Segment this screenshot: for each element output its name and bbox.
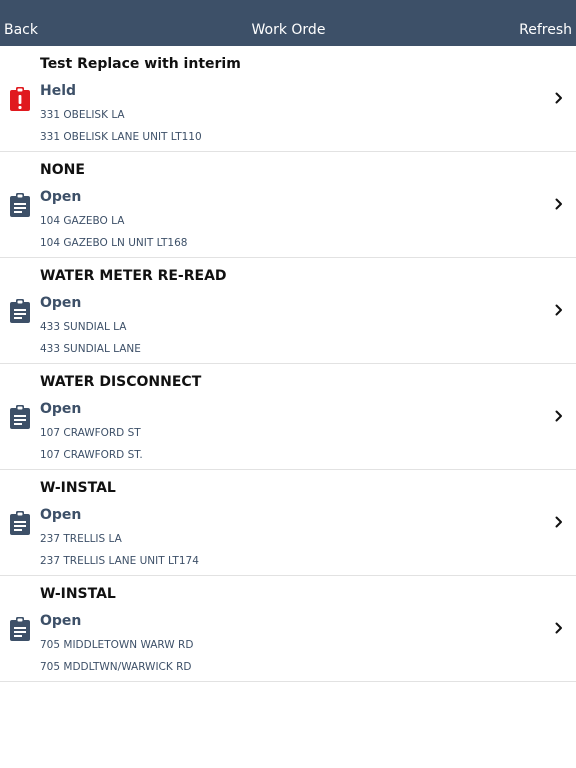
chevron-right-icon (555, 92, 562, 104)
work-order-address-short: 705 MIDDLETOWN WARW RD (40, 639, 194, 651)
alert-clipboard-icon (10, 87, 30, 111)
chevron-right-icon (555, 198, 562, 210)
chevron-right-icon (555, 622, 562, 634)
work-order-address-short: 107 CRAWFORD ST (40, 427, 141, 439)
work-order-address-full: 107 CRAWFORD ST. (40, 449, 143, 461)
navbar: Back Work Orders Refresh (0, 0, 576, 46)
work-order-row[interactable]: WATER DISCONNECT Open 107 CRAWFORD ST 10… (0, 364, 576, 470)
clipboard-icon (10, 405, 30, 429)
page-title: Work Orders (0, 0, 576, 46)
work-order-title: W-INSTAL (40, 586, 116, 602)
work-order-title: WATER DISCONNECT (40, 374, 202, 390)
work-order-row[interactable]: Test Replace with interim Held 331 OBELI… (0, 46, 576, 152)
work-order-title: Test Replace with interim (40, 56, 241, 72)
work-order-status: Open (40, 189, 82, 205)
work-order-address-full: 331 OBELISK LANE UNIT LT110 (40, 131, 202, 143)
work-order-row[interactable]: W-INSTAL Open 705 MIDDLETOWN WARW RD 705… (0, 576, 576, 682)
clipboard-icon (10, 617, 30, 641)
work-order-status: Open (40, 507, 82, 523)
work-order-title: W-INSTAL (40, 480, 116, 496)
clipboard-icon (10, 511, 30, 535)
chevron-right-icon (555, 410, 562, 422)
work-order-row[interactable]: W-INSTAL Open 237 TRELLIS LA 237 TRELLIS… (0, 470, 576, 576)
work-order-address-short: 237 TRELLIS LA (40, 533, 122, 545)
work-order-address-short: 433 SUNDIAL LA (40, 321, 127, 333)
clipboard-icon (10, 299, 30, 323)
work-order-address-full: 705 MDDLTWN/WARWICK RD (40, 661, 192, 673)
work-order-status: Open (40, 613, 82, 629)
work-order-title: WATER METER RE-READ (40, 268, 227, 284)
back-button[interactable]: Back (4, 0, 38, 46)
refresh-button[interactable]: Refresh (519, 0, 572, 46)
work-order-status: Held (40, 83, 77, 99)
work-order-title: NONE (40, 162, 85, 178)
work-order-status: Open (40, 295, 82, 311)
work-order-address-short: 104 GAZEBO LA (40, 215, 125, 227)
work-order-row[interactable]: WATER METER RE-READ Open 433 SUNDIAL LA … (0, 258, 576, 364)
work-order-address-full: 104 GAZEBO LN UNIT LT168 (40, 237, 188, 249)
work-order-list: Test Replace with interim Held 331 OBELI… (0, 46, 576, 682)
clipboard-icon (10, 193, 30, 217)
work-order-address-short: 331 OBELISK LA (40, 109, 125, 121)
work-order-address-full: 433 SUNDIAL LANE (40, 343, 141, 355)
work-order-status: Open (40, 401, 82, 417)
chevron-right-icon (555, 516, 562, 528)
work-order-row[interactable]: NONE Open 104 GAZEBO LA 104 GAZEBO LN UN… (0, 152, 576, 258)
chevron-right-icon (555, 304, 562, 316)
work-order-address-full: 237 TRELLIS LANE UNIT LT174 (40, 555, 199, 567)
